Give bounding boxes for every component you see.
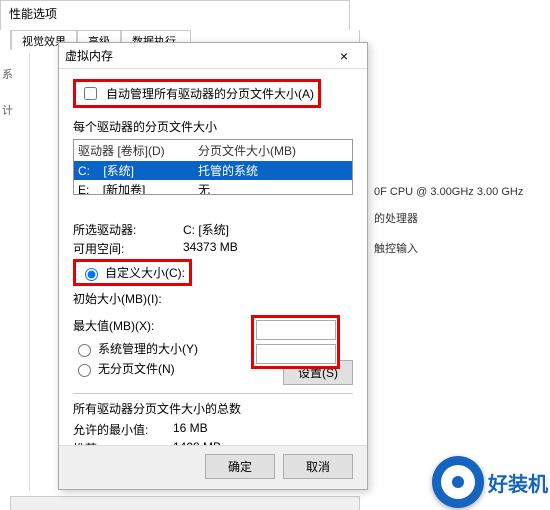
- max-size-label: 最大值(MB)(X):: [73, 317, 183, 334]
- custom-size-row[interactable]: 自定义大小(C):: [80, 264, 185, 281]
- drive-e-size: 无: [198, 181, 348, 195]
- drive-list-header: 驱动器 [卷标](D) 分页文件大小(MB): [74, 140, 352, 161]
- header-size: 分页文件大小(MB): [198, 142, 348, 159]
- drive-e-vol: [新加卷]: [103, 183, 146, 195]
- initial-size-row: 初始大小(MB)(I):: [73, 290, 353, 307]
- system-managed-label: 系统管理的大小(Y): [98, 340, 198, 357]
- auto-manage-checkbox[interactable]: [84, 87, 97, 100]
- auto-manage-label: 自动管理所有驱动器的分页文件大小(A): [106, 85, 314, 102]
- perf-options-window: 性能选项: [0, 0, 350, 30]
- drive-row-c[interactable]: C: [系统] 托管的系统: [74, 161, 352, 180]
- drive-e-letter: E:: [78, 183, 89, 195]
- initial-size-input[interactable]: [256, 320, 336, 340]
- virtual-memory-dialog: 虚拟内存 × 自动管理所有驱动器的分页文件大小(A) 每个驱动器的分页文件大小 …: [58, 42, 368, 490]
- free-space-row: 可用空间: 34373 MB: [73, 240, 353, 257]
- highlight-auto-manage: 自动管理所有驱动器的分页文件大小(A): [73, 79, 321, 108]
- close-icon[interactable]: ×: [327, 45, 361, 67]
- logo-text: 好装机: [488, 468, 548, 497]
- processor-text: 的处理器: [374, 210, 542, 226]
- header-drive: 驱动器 [卷标](D): [78, 142, 198, 159]
- custom-size-label: 自定义大小(C):: [105, 264, 185, 281]
- highlight-size-inputs: [251, 315, 340, 369]
- min-allowed-label: 允许的最小值:: [73, 421, 173, 438]
- logo-icon: [432, 456, 484, 508]
- drive-c-size: 托管的系统: [198, 162, 348, 179]
- custom-size-radio[interactable]: [85, 268, 98, 281]
- drive-list[interactable]: 驱动器 [卷标](D) 分页文件大小(MB) C: [系统] 托管的系统 E: …: [73, 139, 353, 195]
- left-strip-sys: 系: [2, 66, 27, 82]
- free-space-label: 可用空间:: [73, 240, 183, 257]
- min-allowed-row: 允许的最小值: 16 MB: [73, 421, 353, 438]
- min-allowed-value: 16 MB: [173, 421, 353, 438]
- totals-header: 所有驱动器分页文件大小的总数: [73, 400, 353, 417]
- drive-c-letter: C:: [78, 164, 90, 178]
- max-size-input[interactable]: [256, 344, 336, 364]
- perf-options-title: 性能选项: [1, 1, 349, 26]
- left-strip-calc: 计: [2, 102, 27, 118]
- highlight-custom-size: 自定义大小(C):: [73, 259, 192, 286]
- system-managed-radio[interactable]: [78, 344, 91, 357]
- drive-c-vol: [系统]: [103, 164, 134, 178]
- ok-button[interactable]: 确定: [205, 454, 275, 479]
- cancel-button[interactable]: 取消: [283, 454, 353, 479]
- perf-options-footer-strip: [10, 496, 360, 510]
- drive-e-label: E: [新加卷]: [78, 181, 198, 195]
- initial-size-label: 初始大小(MB)(I):: [73, 290, 183, 307]
- cpu-text: 0F CPU @ 3.00GHz 3.00 GHz: [374, 186, 542, 198]
- no-paging-radio[interactable]: [78, 364, 91, 377]
- selected-drive-label: 所选驱动器:: [73, 221, 183, 238]
- separator: [73, 393, 353, 394]
- each-drive-label: 每个驱动器的分页文件大小: [73, 118, 353, 135]
- free-space-value: 34373 MB: [183, 240, 353, 257]
- vm-title: 虚拟内存: [65, 43, 113, 69]
- watermark: 好装机: [432, 456, 548, 508]
- system-info-panel: 0F CPU @ 3.00GHz 3.00 GHz 的处理器 触控输入: [368, 30, 548, 302]
- selected-drive-row: 所选驱动器: C: [系统]: [73, 221, 353, 238]
- vm-titlebar: 虚拟内存 ×: [59, 43, 367, 69]
- touch-text: 触控输入: [374, 240, 542, 256]
- auto-manage-row[interactable]: 自动管理所有驱动器的分页文件大小(A): [80, 84, 314, 103]
- drive-c-label: C: [系统]: [78, 162, 198, 179]
- vm-body: 自动管理所有驱动器的分页文件大小(A) 每个驱动器的分页文件大小 驱动器 [卷标…: [59, 69, 367, 486]
- selected-drive-value: C: [系统]: [183, 221, 353, 238]
- drive-row-e[interactable]: E: [新加卷] 无: [74, 180, 352, 195]
- left-strip: 系 计: [0, 52, 30, 492]
- no-paging-label: 无分页文件(N): [98, 360, 175, 377]
- vm-footer: 确定 取消: [59, 445, 367, 489]
